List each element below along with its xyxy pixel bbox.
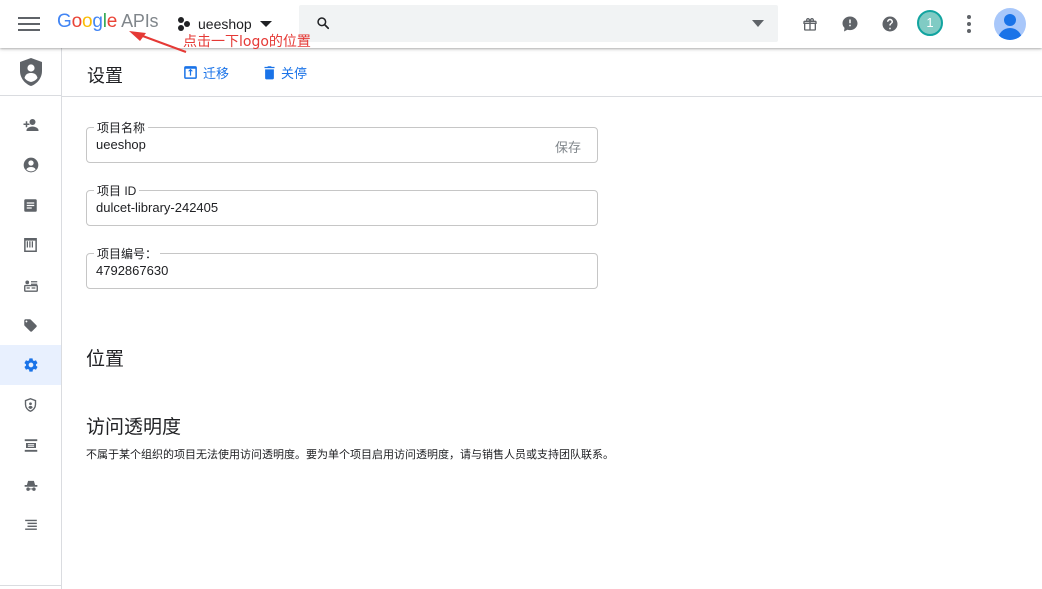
project-id-field: 项目 ID dulcet-library-242405 [86, 182, 598, 226]
project-name-input[interactable] [96, 137, 496, 152]
sidebar-divider [0, 585, 61, 586]
sidebar-item-roles[interactable] [0, 505, 61, 545]
project-number-value: 4792867630 [96, 263, 169, 278]
access-transparency-description: 不属于某个组织的项目无法使用访问透明度。要为单个项目启用访问透明度，请与销售人员… [86, 449, 614, 461]
security-shield-logo [0, 48, 61, 96]
access-transparency-title: 访问透明度 [86, 417, 182, 438]
sidebar-item-settings[interactable] [0, 345, 61, 385]
project-name-label: 项目名称 [94, 119, 149, 136]
list-box-icon [24, 438, 37, 452]
trash-icon [264, 66, 275, 80]
shield-icon [24, 398, 37, 412]
more-vert-icon[interactable] [962, 14, 976, 34]
gear-icon [23, 358, 37, 372]
shutdown-button[interactable]: 关停 [263, 63, 307, 82]
project-number-label: 项目编号： [94, 245, 161, 262]
avatar[interactable] [994, 8, 1026, 40]
sidebar-item-policy[interactable] [0, 185, 61, 225]
logo-letter: o [81, 11, 93, 32]
project-dots-icon [176, 16, 192, 32]
feedback-icon[interactable] [838, 12, 862, 36]
list-icon [24, 519, 37, 530]
page-title: 设置 [87, 66, 123, 86]
shutdown-label: 关停 [281, 66, 308, 81]
person-add-icon [23, 119, 38, 131]
label-tag-icon [24, 318, 37, 332]
location-section-title: 位置 [86, 349, 125, 370]
search-bar[interactable] [299, 5, 778, 42]
sidebar-item-service-accounts[interactable] [0, 265, 61, 305]
save-button[interactable]: 保存 [555, 137, 581, 156]
search-dropdown-icon[interactable] [752, 20, 764, 27]
logo-apis-text: APIs [121, 11, 159, 31]
google-apis-logo[interactable]: Google APIs [57, 11, 159, 33]
logo-letter: G [57, 11, 72, 32]
shield-person-icon [19, 57, 42, 86]
project-id-value: dulcet-library-242405 [96, 200, 219, 215]
menu-icon[interactable] [18, 14, 40, 34]
top-app-bar: Google APIs ueeshop 1 [0, 0, 1042, 48]
sidebar-item-audit-logs[interactable] [0, 225, 61, 265]
help-icon[interactable] [878, 12, 902, 36]
card-account-icon [23, 280, 38, 292]
sidebar-item-identity[interactable] [0, 145, 61, 185]
search-input[interactable] [343, 13, 733, 35]
logo-letter: g [92, 11, 103, 32]
chevron-down-icon [259, 21, 272, 27]
project-number-field: 项目编号： 4792867630 [86, 245, 598, 289]
sidebar [0, 48, 62, 589]
main-content: 设置 迁移 关停 项目名称 保存 项目 ID dulcet-library-24… [62, 48, 1042, 589]
search-icon [317, 17, 330, 30]
sidebar-item-crypto-keys[interactable] [0, 425, 61, 465]
incognito-icon [24, 480, 37, 491]
sidebar-item-labels[interactable] [0, 305, 61, 345]
article-icon [24, 198, 37, 212]
project-name-field[interactable]: 项目名称 保存 [86, 119, 598, 163]
receipt-icon [24, 238, 37, 252]
account-circle-icon [23, 157, 38, 173]
page-header: 设置 迁移 关停 [62, 48, 1042, 97]
logo-letter: o [71, 11, 83, 32]
notification-badge[interactable]: 1 [917, 10, 943, 36]
gift-icon[interactable] [798, 12, 822, 36]
project-id-label: 项目 ID [94, 182, 140, 199]
sidebar-item-privacy[interactable] [0, 385, 61, 425]
migrate-button[interactable]: 迁移 [183, 63, 229, 82]
logo-letter: e [106, 11, 118, 32]
sidebar-item-iam[interactable] [0, 105, 61, 145]
sidebar-item-identity-aware-proxy[interactable] [0, 465, 61, 505]
project-name: ueeshop [198, 16, 252, 32]
annotation-text: 点击一下logo的位置 [183, 34, 311, 50]
migrate-icon [184, 66, 197, 79]
migrate-label: 迁移 [203, 66, 230, 81]
